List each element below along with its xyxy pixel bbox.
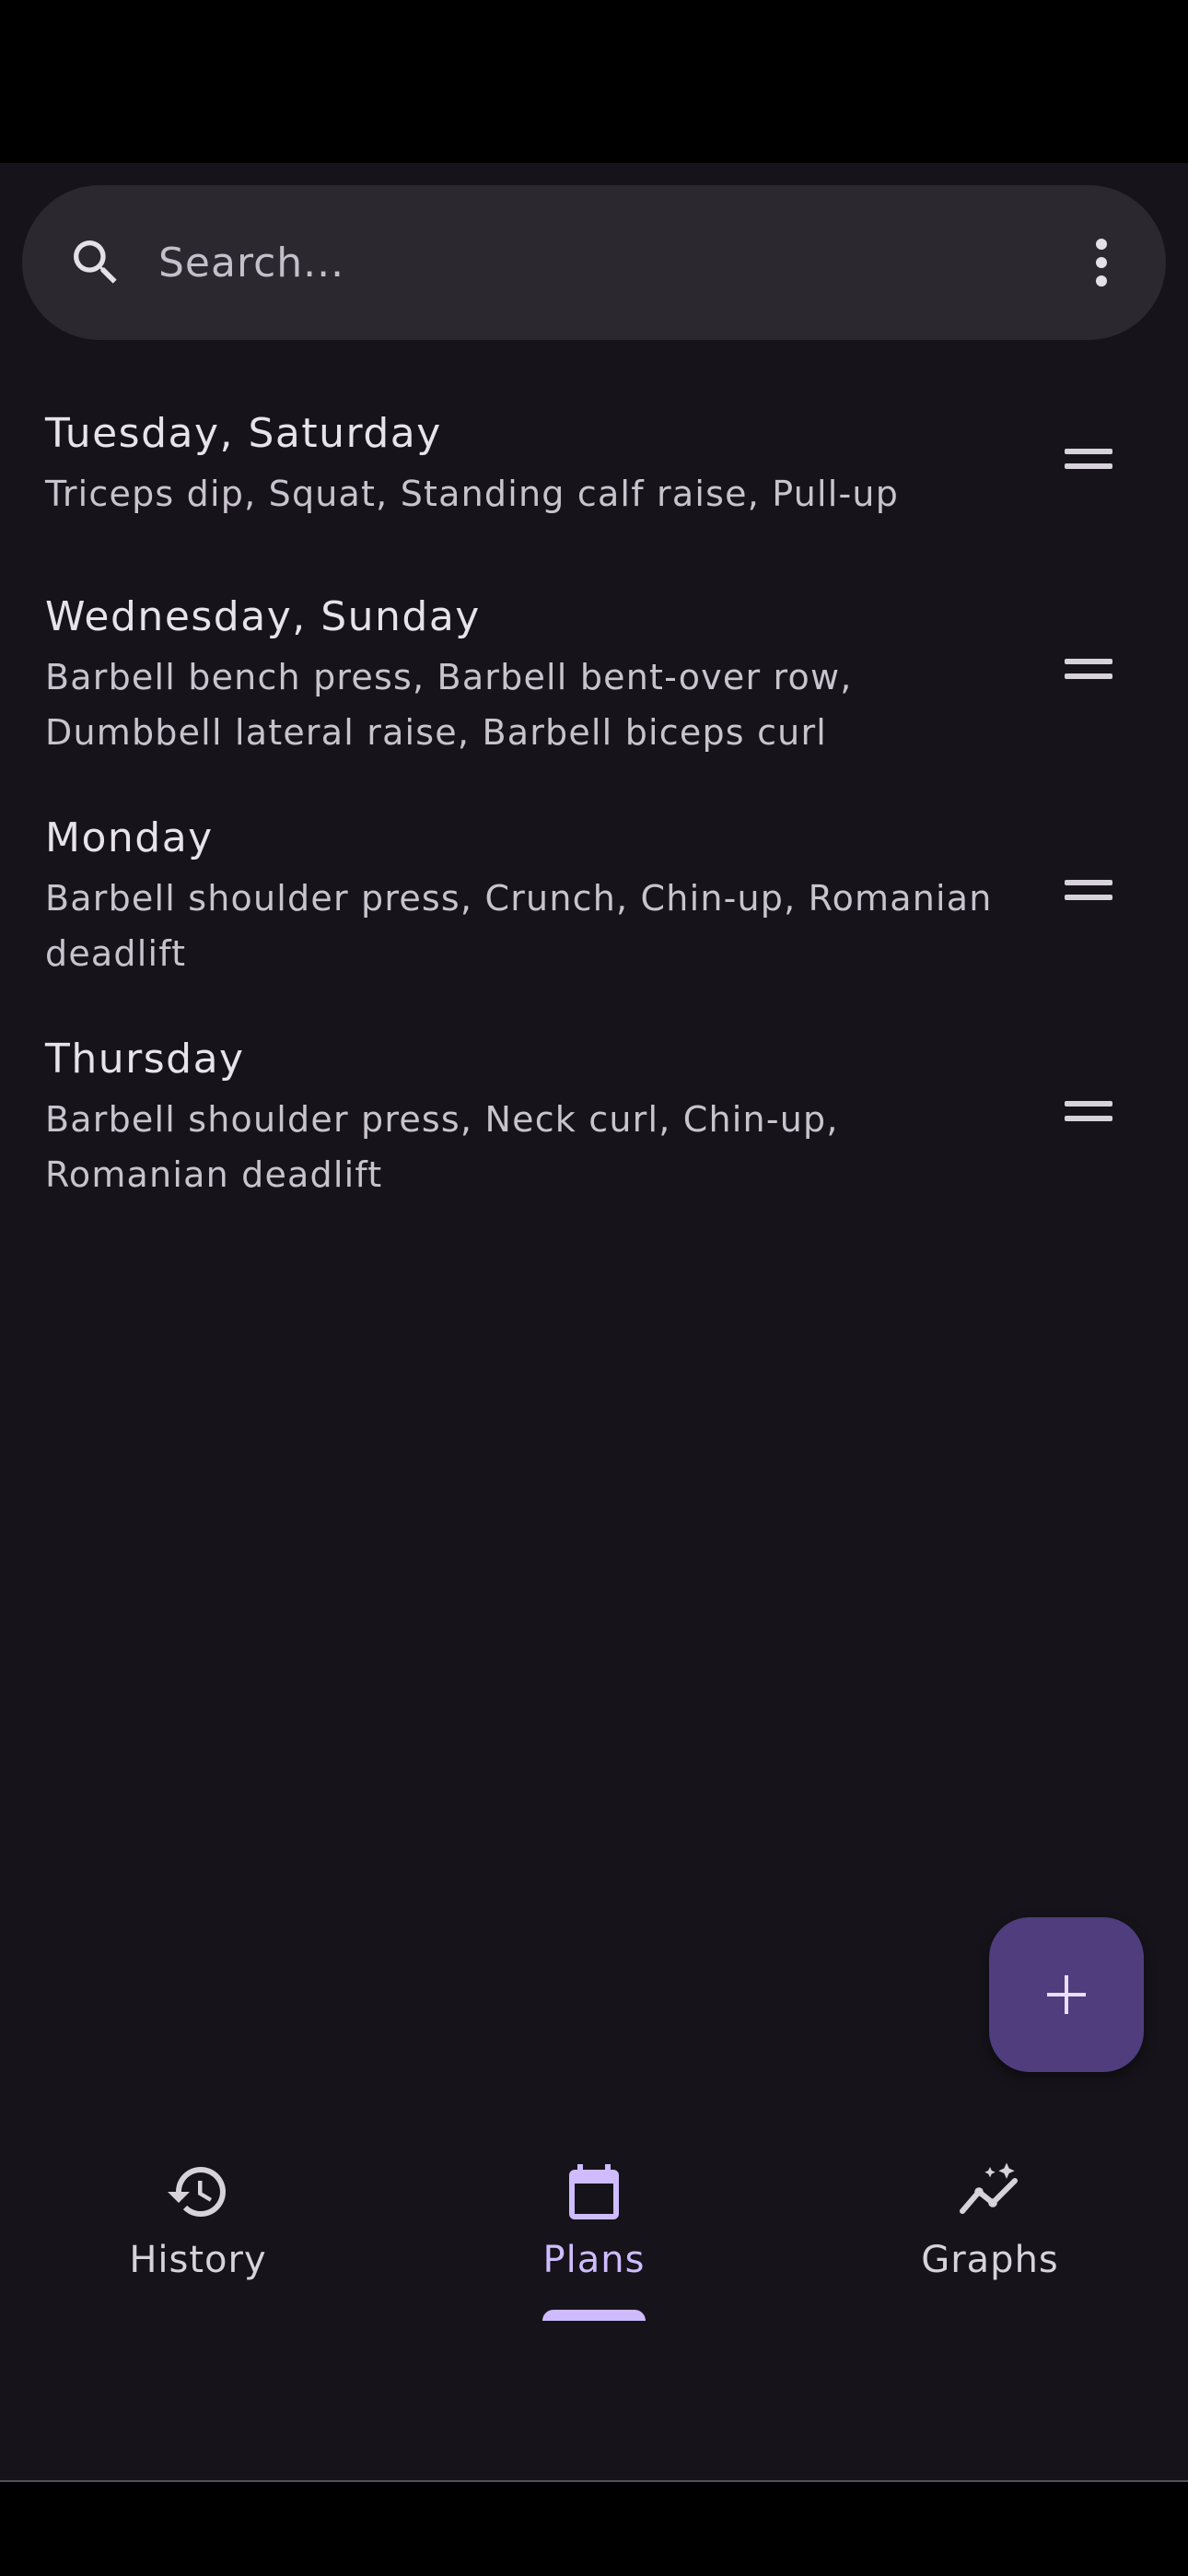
plus-icon (1047, 1975, 1086, 2014)
plan-title: Wednesday, Sunday (45, 593, 481, 640)
nav-item-history[interactable]: History (0, 2129, 396, 2316)
nav-item-plans[interactable]: Plans (396, 2129, 792, 2321)
bottom-navigation: History Plans Graphs (0, 2129, 1188, 2321)
calendar-icon (569, 2164, 619, 2219)
nav-label: Graphs (921, 2239, 1059, 2281)
active-indicator (542, 2310, 646, 2321)
history-icon (168, 2167, 226, 2217)
system-navigation-bar (0, 2482, 1188, 2576)
more-options-icon[interactable] (1074, 226, 1129, 299)
plan-title: Tuesday, Saturday (45, 410, 442, 457)
plan-title: Monday (45, 814, 214, 861)
status-bar (0, 0, 1188, 163)
plan-exercises: Barbell shoulder press, Neck curl, Chin-… (45, 1099, 839, 1195)
plan-exercises: Triceps dip, Squat, Standing calf raise,… (45, 474, 900, 514)
drag-handle-icon[interactable] (1065, 880, 1112, 907)
search-input[interactable] (157, 238, 1074, 287)
screen: Tuesday, Saturday Triceps dip, Squat, St… (0, 0, 1188, 2576)
search-bar[interactable] (22, 185, 1166, 340)
drag-handle-icon[interactable] (1065, 1101, 1112, 1129)
nav-item-graphs[interactable]: Graphs (792, 2129, 1188, 2316)
nav-label: Plans (542, 2239, 646, 2281)
drag-handle-icon[interactable] (1065, 449, 1112, 476)
drag-handle-icon[interactable] (1065, 659, 1112, 686)
graph-icon (960, 2162, 1018, 2214)
add-plan-button[interactable] (989, 1917, 1144, 2072)
plan-exercises: Barbell shoulder press, Crunch, Chin-up,… (45, 878, 993, 974)
plan-title: Thursday (45, 1036, 245, 1083)
plan-exercises: Barbell bench press, Barbell bent-over r… (45, 657, 853, 753)
nav-label: History (129, 2239, 267, 2281)
search-icon (74, 240, 117, 284)
